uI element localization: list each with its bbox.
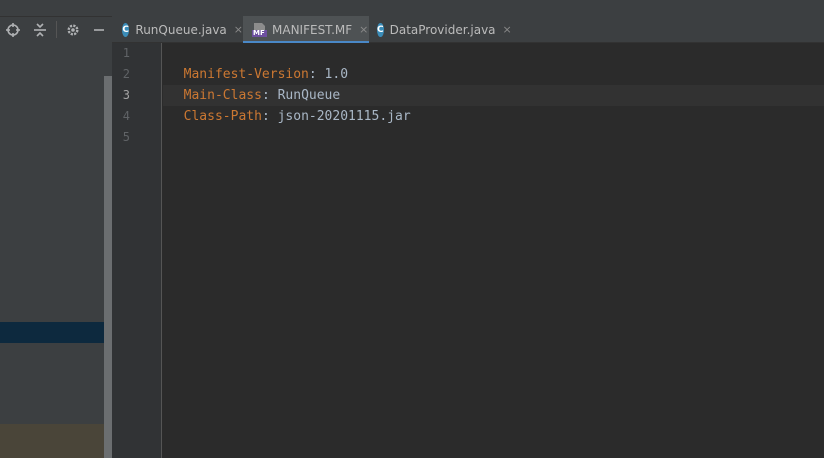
- manifest-icon-text: MF: [253, 29, 265, 37]
- java-class-icon: C: [122, 22, 130, 37]
- manifest-key: Class-Path: [183, 109, 262, 124]
- locate-icon[interactable]: [3, 16, 23, 43]
- tab-manifest-mf[interactable]: MF MANIFEST.MF ×: [243, 16, 369, 44]
- close-icon[interactable]: ×: [503, 23, 512, 36]
- separator: :: [261, 109, 270, 124]
- editor-tab-bar: C RunQueue.java × MF MANIFEST.MF × C Dat…: [112, 16, 824, 44]
- tab-runqueue-java[interactable]: C RunQueue.java ×: [112, 16, 243, 43]
- minimize-icon[interactable]: [89, 16, 109, 43]
- java-class-icon: C: [377, 22, 384, 37]
- tab-label: MANIFEST.MF: [272, 22, 353, 37]
- collapse-all-icon[interactable]: [30, 16, 50, 43]
- toolbar-separator: [56, 21, 57, 38]
- line-number: 2: [122, 67, 130, 81]
- project-panel: [0, 0, 112, 458]
- code-line[interactable]: Main-Class: RunQueue: [168, 64, 341, 103]
- tab-label: RunQueue.java: [135, 22, 227, 37]
- project-toolbar: [0, 16, 112, 43]
- line-number-current: 3: [122, 88, 130, 102]
- manifest-value: json-20201115.jar: [269, 109, 411, 124]
- code-line[interactable]: Class-Path: json-20201115.jar: [168, 85, 411, 124]
- close-icon[interactable]: ×: [359, 23, 368, 36]
- highlighted-tree-row[interactable]: [0, 424, 104, 458]
- tab-label: DataProvider.java: [389, 22, 496, 37]
- window-top-strip: [0, 0, 824, 16]
- panel-scrollbar[interactable]: [104, 76, 112, 458]
- selected-tree-row[interactable]: [0, 322, 104, 343]
- line-number: 1: [122, 46, 130, 60]
- line-number: 5: [122, 130, 130, 144]
- line-number-gutter: 1 2 3 4 5: [112, 43, 162, 458]
- tab-dataprovider-java[interactable]: C DataProvider.java ×: [369, 16, 512, 43]
- manifest-file-icon: MF: [252, 22, 267, 37]
- line-number: 4: [122, 109, 130, 123]
- code-line[interactable]: Manifest-Version: 1.0: [168, 43, 348, 82]
- gear-icon[interactable]: [63, 16, 83, 43]
- close-icon[interactable]: ×: [234, 23, 243, 36]
